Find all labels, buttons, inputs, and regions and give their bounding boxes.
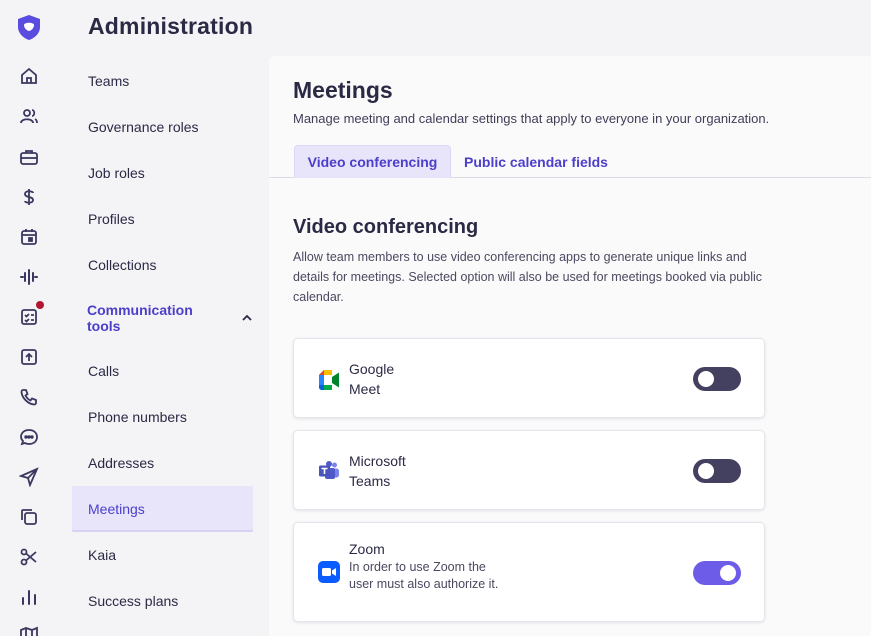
chevron-up-icon: [241, 312, 253, 324]
waveform-icon[interactable]: [18, 266, 40, 288]
microsoft-teams-toggle[interactable]: [693, 459, 741, 483]
zoom-icon: [318, 561, 340, 583]
nav-item-profiles[interactable]: Profiles: [72, 196, 253, 242]
briefcase-icon[interactable]: [18, 146, 40, 168]
nav-item-addresses[interactable]: Addresses: [72, 440, 253, 486]
phone-icon[interactable]: [18, 386, 40, 408]
toggle-knob: [698, 463, 714, 479]
users-icon[interactable]: [18, 105, 40, 127]
nav-item-collections[interactable]: Collections: [72, 242, 253, 288]
provider-note: In order to use Zoom the user must also …: [349, 560, 499, 591]
provider-card-zoom: Zoom In order to use Zoom the user must …: [293, 522, 765, 622]
nav-group-label: Communication tools: [87, 302, 193, 334]
home-icon[interactable]: [18, 65, 40, 87]
google-meet-toggle[interactable]: [693, 367, 741, 391]
google-meet-icon: [318, 369, 340, 391]
dollar-icon[interactable]: [18, 186, 40, 208]
page-subtitle: Manage meeting and calendar settings tha…: [293, 111, 770, 126]
nav-item-calls[interactable]: Calls: [72, 348, 253, 394]
toggle-knob: [698, 371, 714, 387]
provider-name-line2: Meet: [349, 381, 381, 397]
bar-chart-icon[interactable]: [18, 586, 40, 608]
nav-item-job-roles[interactable]: Job roles: [72, 150, 253, 196]
microsoft-teams-icon: [318, 460, 340, 482]
nav-item-success-plans[interactable]: Success plans: [72, 578, 253, 624]
nav-item-meetings[interactable]: Meetings: [72, 486, 253, 532]
nav-item-kaia[interactable]: Kaia: [72, 532, 253, 578]
chat-icon[interactable]: [18, 426, 40, 448]
tab-public-calendar-fields[interactable]: Public calendar fields: [459, 145, 613, 178]
provider-name: Zoom: [349, 541, 385, 557]
provider-name-line1: Google: [349, 361, 395, 377]
main-panel: Meetings Manage meeting and calendar set…: [269, 56, 871, 636]
provider-card-google-meet: Google Meet: [293, 338, 765, 418]
shield-logo-icon[interactable]: [15, 13, 43, 41]
map-icon[interactable]: [18, 624, 40, 636]
toggle-knob: [720, 565, 736, 581]
provider-name-line2: Teams: [349, 473, 391, 489]
scissors-icon[interactable]: [18, 546, 40, 568]
nav-item-phone-numbers[interactable]: Phone numbers: [72, 394, 253, 440]
icon-rail: [0, 0, 58, 636]
page-title: Meetings: [293, 77, 393, 103]
checklist-icon[interactable]: [18, 306, 40, 328]
send-icon[interactable]: [18, 466, 40, 488]
upload-icon[interactable]: [18, 346, 40, 368]
nav-item-teams[interactable]: Teams: [72, 58, 253, 104]
tab-bar: Video conferencing Public calendar field…: [269, 145, 871, 178]
zoom-toggle[interactable]: [693, 561, 741, 585]
tab-video-conferencing[interactable]: Video conferencing: [294, 145, 451, 178]
copy-icon[interactable]: [18, 506, 40, 528]
section-title: Video conferencing: [293, 216, 479, 238]
provider-name-line1: Microsoft: [349, 453, 406, 469]
nav-group-communication-tools[interactable]: Communication tools: [72, 298, 253, 338]
nav-item-governance-roles[interactable]: Governance roles: [72, 104, 253, 150]
notification-dot: [36, 301, 44, 309]
calendar-icon[interactable]: [18, 226, 40, 248]
app-title: Administration: [88, 13, 254, 39]
section-description: Allow team members to use video conferen…: [293, 250, 763, 304]
provider-card-microsoft-teams: Microsoft Teams: [293, 430, 765, 510]
